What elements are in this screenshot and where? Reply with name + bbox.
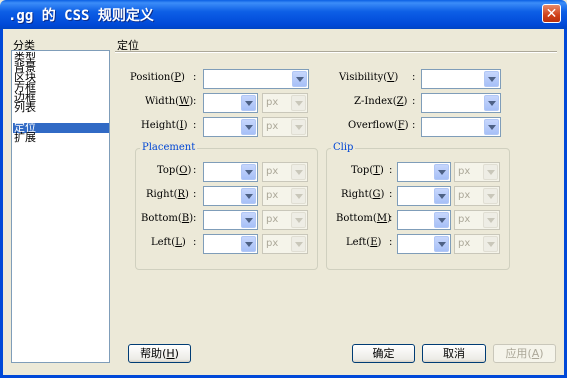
chevron-down-icon[interactable] xyxy=(241,164,256,180)
chevron-down-icon[interactable] xyxy=(484,119,499,135)
clip-right-select[interactable] xyxy=(397,186,451,206)
chevron-down-icon xyxy=(291,95,306,111)
clip-top-colon: : xyxy=(389,165,393,176)
clip-top-select[interactable] xyxy=(397,162,451,182)
clip-left-unit-select: px xyxy=(454,234,500,254)
clip-bottom-colon: : xyxy=(389,213,393,224)
zindex-colon: : xyxy=(412,96,416,107)
width-unit-select: px xyxy=(262,93,308,113)
apply-button[interactable]: 应用(A) xyxy=(493,344,556,363)
category-item-list[interactable]: 列表 xyxy=(13,102,109,113)
placement-bottom-colon: : xyxy=(193,213,197,224)
position-select[interactable] xyxy=(203,69,309,89)
placement-title: Placement xyxy=(140,142,198,153)
ok-button[interactable]: 确定 xyxy=(352,344,415,363)
chevron-down-icon xyxy=(291,119,306,135)
clip-top-label: Top(T) xyxy=(351,165,384,176)
chevron-down-icon[interactable] xyxy=(434,188,449,204)
chevron-down-icon xyxy=(291,164,306,180)
chevron-down-icon xyxy=(483,188,498,204)
height-label: Height(I) xyxy=(141,120,188,131)
placement-right-label: Right(R) xyxy=(146,189,189,200)
chevron-down-icon xyxy=(291,212,306,228)
clip-left-colon: : xyxy=(389,237,393,248)
placement-top-colon: : xyxy=(193,165,197,176)
clip-left-select[interactable] xyxy=(397,234,451,254)
clip-right-unit-select: px xyxy=(454,186,500,206)
clip-bottom-select[interactable] xyxy=(397,210,451,230)
window-title: .gg 的 CSS 规则定义 xyxy=(8,8,154,24)
placement-top-select[interactable] xyxy=(203,162,258,182)
cancel-button[interactable]: 取消 xyxy=(422,344,486,363)
close-icon: ✕ xyxy=(545,6,558,22)
chevron-down-icon[interactable] xyxy=(434,212,449,228)
placement-bottom-label: Bottom(B) xyxy=(141,213,194,224)
chevron-down-icon xyxy=(483,212,498,228)
placement-bottom-select[interactable] xyxy=(203,210,258,230)
width-colon: : xyxy=(193,96,197,107)
placement-left-unit-select: px xyxy=(262,234,308,254)
chevron-down-icon[interactable] xyxy=(241,119,256,135)
help-button[interactable]: 帮助(H) xyxy=(128,344,191,363)
chevron-down-icon xyxy=(291,188,306,204)
chevron-down-icon[interactable] xyxy=(484,71,499,87)
clip-right-label: Right(G) xyxy=(341,189,385,200)
zindex-select[interactable] xyxy=(421,93,501,113)
chevron-down-icon[interactable] xyxy=(241,212,256,228)
close-button[interactable]: ✕ xyxy=(542,4,561,23)
visibility-colon: : xyxy=(412,72,416,83)
position-colon: : xyxy=(193,72,197,83)
placement-left-label: Left(L) xyxy=(151,237,186,248)
placement-top-unit-select: px xyxy=(262,162,308,182)
placement-right-select[interactable] xyxy=(203,186,258,206)
height-select[interactable] xyxy=(203,117,258,137)
overflow-select[interactable] xyxy=(421,117,501,137)
clip-right-colon: : xyxy=(389,189,393,200)
height-unit-select: px xyxy=(262,117,308,137)
placement-left-colon: : xyxy=(193,237,197,248)
placement-right-unit-select: px xyxy=(262,186,308,206)
overflow-label: Overflow(F) xyxy=(348,120,409,131)
chevron-down-icon[interactable] xyxy=(434,164,449,180)
placement-bottom-unit-select: px xyxy=(262,210,308,230)
chevron-down-icon[interactable] xyxy=(484,95,499,111)
width-label: Width(W) xyxy=(145,96,194,107)
chevron-down-icon[interactable] xyxy=(434,236,449,252)
chevron-down-icon xyxy=(483,164,498,180)
position-label: Position(P) xyxy=(130,72,185,83)
title-bar[interactable]: .gg 的 CSS 规则定义 ✕ xyxy=(0,0,567,29)
zindex-label: Z-Index(Z) xyxy=(354,96,408,107)
category-list[interactable]: 类型 背景 区块 方框 边框 列表 定位 扩展 xyxy=(11,50,110,363)
chevron-down-icon[interactable] xyxy=(241,188,256,204)
placement-right-colon: : xyxy=(193,189,197,200)
visibility-label: Visibility(V) xyxy=(339,72,399,83)
clip-left-label: Left(E) xyxy=(346,237,382,248)
section-divider xyxy=(115,51,557,53)
clip-bottom-unit-select: px xyxy=(454,210,500,230)
width-select[interactable] xyxy=(203,93,258,113)
clip-bottom-label: Bottom(M) xyxy=(336,213,391,224)
chevron-down-icon[interactable] xyxy=(292,71,307,87)
chevron-down-icon[interactable] xyxy=(241,95,256,111)
clip-top-unit-select: px xyxy=(454,162,500,182)
visibility-select[interactable] xyxy=(421,69,501,89)
placement-left-select[interactable] xyxy=(203,234,258,254)
chevron-down-icon xyxy=(291,236,306,252)
overflow-colon: : xyxy=(412,120,416,131)
clip-title: Clip xyxy=(331,142,356,153)
height-colon: : xyxy=(193,120,197,131)
chevron-down-icon[interactable] xyxy=(241,236,256,252)
window-frame-left xyxy=(0,29,3,378)
category-item-extensions[interactable]: 扩展 xyxy=(13,132,109,143)
chevron-down-icon xyxy=(483,236,498,252)
placement-top-label: Top(O) xyxy=(157,165,192,176)
